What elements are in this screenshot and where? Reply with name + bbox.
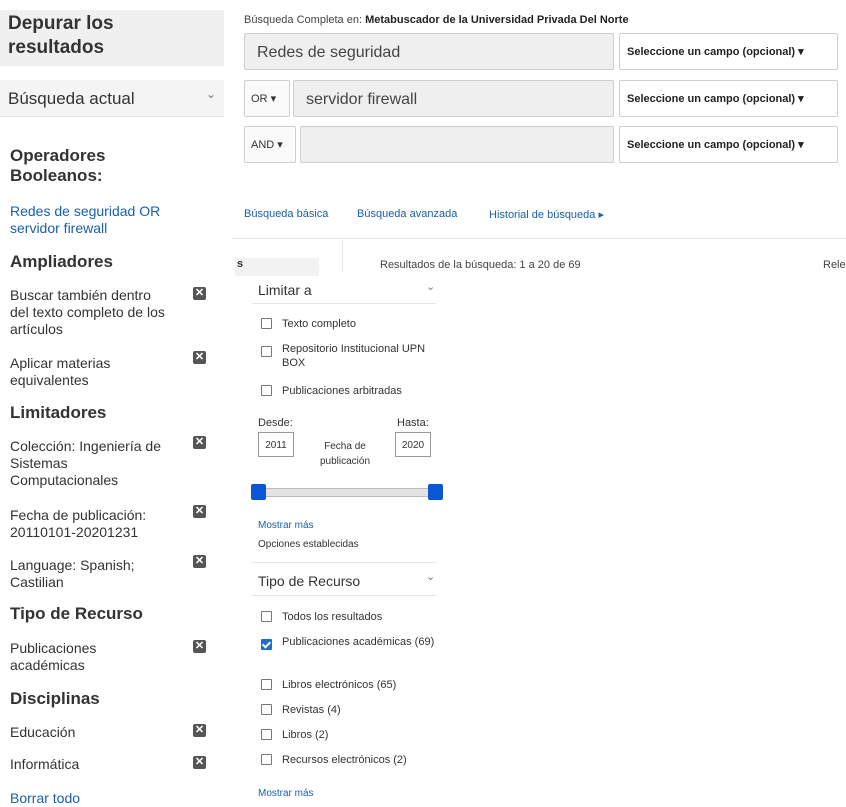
refine-results-title: Depurar los resultados xyxy=(8,12,114,60)
resource-academic-publications: Publicaciones académicas xyxy=(10,640,97,673)
checkbox[interactable] xyxy=(261,754,272,765)
resource-type-heading: Tipo de Recurso xyxy=(10,604,143,623)
refine-title-line1: Depurar los xyxy=(8,13,114,34)
basic-search-link[interactable]: Búsqueda básica xyxy=(244,208,328,220)
caret-down-icon: ▾ xyxy=(798,139,804,151)
field-select-3-label: Seleccione un campo (opcional) xyxy=(627,139,796,151)
current-search-label: Búsqueda actual xyxy=(8,89,135,108)
from-label: Desde: xyxy=(258,417,293,429)
remove-discipline-education-icon[interactable]: ✕ xyxy=(193,724,206,737)
search-input-2[interactable]: servidor firewall xyxy=(293,80,614,117)
discipline-education: Educación xyxy=(10,724,76,740)
field-select-2-label: Seleccione un campo (opcional) xyxy=(627,93,796,105)
field-select-1-label: Seleccione un campo (opcional) xyxy=(627,46,796,58)
remove-resource-academic-icon[interactable]: ✕ xyxy=(193,640,206,653)
refine-results-sidebar: Depurar los resultados Búsqueda actual ⌄… xyxy=(0,0,224,807)
publication-date-caption: Fecha de publicación xyxy=(319,441,371,467)
divider xyxy=(252,303,436,304)
limit-peer-reviewed-label: Publicaciones arbitradas xyxy=(282,385,402,397)
search-history-label: Historial de búsqueda xyxy=(489,209,596,221)
from-year-input[interactable]: 2011 xyxy=(258,432,294,457)
column-divider xyxy=(342,240,343,272)
refine-results-header: Depurar los resultados xyxy=(0,10,224,66)
checkbox-checked[interactable] xyxy=(261,639,272,650)
caret-down-icon: ▾ xyxy=(270,93,277,105)
limiter-language: Language: Spanish; Castilian xyxy=(10,557,135,590)
boolean-query-link[interactable]: Redes de seguridad OR servidor firewall xyxy=(10,203,190,237)
limit-show-more-link[interactable]: Mostrar más xyxy=(258,520,314,531)
operator-select-3-label: AND xyxy=(251,139,275,151)
checkbox[interactable] xyxy=(261,346,272,357)
limiter-publication-date: Fecha de publicación: 20110101-20201231 xyxy=(10,507,147,540)
field-select-3[interactable]: Seleccione un campo (opcional) ▾ xyxy=(619,126,838,163)
divider xyxy=(252,595,436,596)
field-select-1[interactable]: Seleccione un campo (opcional) ▾ xyxy=(619,33,838,70)
current-search-toggle[interactable]: Búsqueda actual ⌄ xyxy=(0,80,224,117)
divider xyxy=(232,238,846,239)
field-select-2[interactable]: Seleccione un campo (opcional) ▾ xyxy=(619,80,838,117)
date-slider-end-handle[interactable] xyxy=(428,484,443,500)
caret-right-icon: ▸ xyxy=(598,209,604,221)
checkbox[interactable] xyxy=(261,385,272,396)
search-input-1[interactable]: Redes de seguridad xyxy=(244,33,614,70)
divider xyxy=(252,562,436,563)
caret-down-icon: ▾ xyxy=(277,139,283,151)
operator-select-3[interactable]: AND ▾ xyxy=(244,126,296,163)
resource-all-results-label: Todos los resultados xyxy=(282,611,383,623)
resource-magazines-label: Revistas (4) xyxy=(282,704,341,716)
remove-limiter-language-icon[interactable]: ✕ xyxy=(193,555,206,568)
chevron-down-icon: ⌄ xyxy=(206,87,217,101)
to-year-input[interactable]: 2020 xyxy=(395,432,431,457)
remove-expander-fulltext-icon[interactable]: ✕ xyxy=(193,287,206,300)
date-slider-start-handle[interactable] xyxy=(251,484,266,500)
remove-expander-subjects-icon[interactable]: ✕ xyxy=(193,351,206,364)
chevron-down-icon[interactable]: ⌄ xyxy=(426,570,435,583)
checkbox[interactable] xyxy=(261,729,272,740)
resource-academic-label: Publicaciones académicas (69) xyxy=(282,636,435,648)
expander-fulltext: Buscar también dentro del texto completo… xyxy=(10,287,165,337)
expanders-heading: Ampliadores xyxy=(10,252,113,271)
to-label: Hasta: xyxy=(397,417,429,429)
set-options-text[interactable]: Opciones establecidas xyxy=(258,539,359,550)
chevron-down-icon[interactable]: ⌄ xyxy=(426,280,435,293)
expander-equivalent-subjects: Aplicar materias equivalentes xyxy=(10,355,111,388)
results-summary: Resultados de la búsqueda: 1 a 20 de 69 xyxy=(380,259,581,271)
discipline-informatics: Informática xyxy=(10,756,80,772)
operator-select-2[interactable]: OR ▾ xyxy=(244,80,290,117)
resource-electronic-label: Recursos electrónicos (2) xyxy=(282,754,407,766)
checkbox[interactable] xyxy=(261,318,272,329)
checkbox[interactable] xyxy=(261,679,272,690)
full-search-target: Metabuscador de la Universidad Privada D… xyxy=(365,14,629,26)
sort-relevance-fragment[interactable]: Rele xyxy=(823,259,846,271)
full-search-label: Búsqueda Completa en: Metabuscador de la… xyxy=(244,14,629,26)
checkbox[interactable] xyxy=(261,704,272,715)
checkbox[interactable] xyxy=(261,611,272,622)
limiters-heading: Limitadores xyxy=(10,403,107,422)
limit-repository-label: Repositorio Institucional UPN BOX xyxy=(282,343,426,369)
boolean-operators-heading: Operadores Booleanos: xyxy=(10,146,106,185)
refine-title-line2: resultados xyxy=(8,37,105,58)
limiter-collection: Colección: Ingeniería de Sistemas Comput… xyxy=(10,438,161,488)
disciplines-heading: Disciplinas xyxy=(10,689,100,708)
caret-down-icon: ▾ xyxy=(798,93,804,105)
date-range-slider-track[interactable] xyxy=(252,488,442,497)
limit-fulltext-label: Texto completo xyxy=(282,318,356,330)
left-tab-fragment: s xyxy=(235,258,319,276)
resource-type-panel-header[interactable]: Tipo de Recurso xyxy=(258,573,360,589)
resource-show-more-link[interactable]: Mostrar más xyxy=(258,788,314,799)
full-search-prefix: Búsqueda Completa en: xyxy=(244,14,363,26)
operator-select-2-label: OR xyxy=(251,93,268,105)
search-input-3[interactable] xyxy=(300,126,614,163)
remove-limiter-date-icon[interactable]: ✕ xyxy=(193,505,206,518)
remove-limiter-collection-icon[interactable]: ✕ xyxy=(193,436,206,449)
clear-all-link[interactable]: Borrar todo xyxy=(10,790,170,807)
limit-to-header[interactable]: Limitar a xyxy=(258,282,312,298)
remove-discipline-informatics-icon[interactable]: ✕ xyxy=(193,756,206,769)
advanced-search-link[interactable]: Búsqueda avanzada xyxy=(357,208,457,220)
resource-ebooks-label: Libros electrónicos (65) xyxy=(282,679,397,691)
caret-down-icon: ▾ xyxy=(798,46,804,58)
search-history-link[interactable]: Historial de búsqueda ▸ xyxy=(489,208,604,221)
resource-books-label: Libros (2) xyxy=(282,729,329,741)
